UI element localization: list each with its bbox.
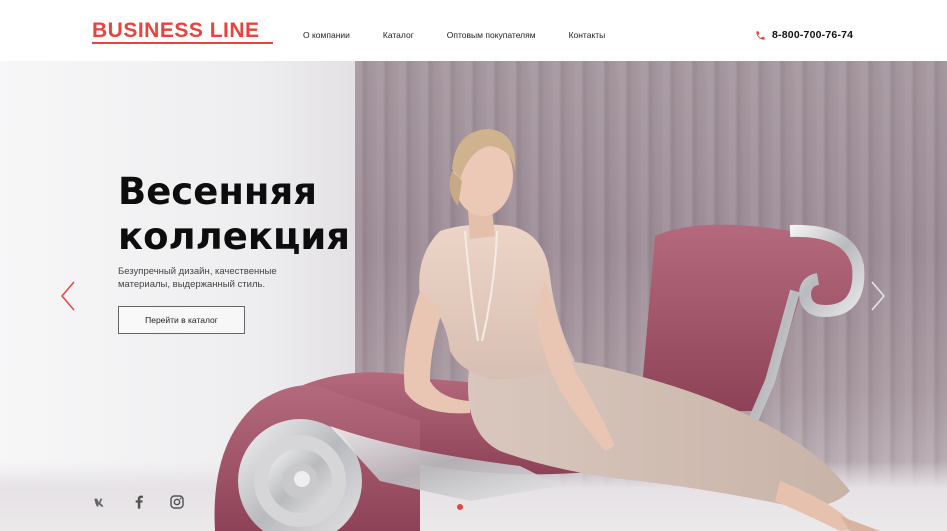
nav-item-wholesale[interactable]: Оптовым покупателям (447, 30, 536, 40)
phone-number: 8-800-700-76-74 (772, 29, 854, 41)
logo-underline (92, 42, 273, 44)
phone-icon (756, 30, 765, 40)
facebook-icon[interactable] (130, 494, 148, 510)
hero-slider: Весенняя коллекция Безупречный дизайн, к… (0, 61, 947, 531)
logo[interactable]: BUSINESS LINE (92, 20, 260, 42)
nav-item-about[interactable]: О компании (303, 30, 350, 40)
nav-item-catalog[interactable]: Каталог (383, 30, 414, 40)
hero-title-line-2: коллекция (118, 215, 351, 258)
hero-title-line-1: Весенняя (118, 170, 317, 213)
go-to-catalog-button[interactable]: Перейти в каталог (118, 306, 245, 334)
site-header: BUSINESS LINE О компании Каталог Оптовым… (0, 0, 947, 61)
vk-icon[interactable] (92, 494, 110, 510)
social-links (92, 494, 186, 510)
slider-prev-arrow-icon[interactable] (60, 280, 76, 312)
main-nav: О компании Каталог Оптовым покупателям К… (303, 30, 638, 40)
phone-link[interactable]: 8-800-700-76-74 (755, 29, 853, 41)
hero-photo (214, 129, 880, 531)
instagram-icon[interactable] (168, 494, 186, 510)
nav-item-contacts[interactable]: Контакты (569, 30, 606, 40)
slider-dot-active[interactable] (457, 504, 463, 510)
hero-title: Весенняя коллекция (118, 169, 350, 259)
slider-next-arrow-icon[interactable] (870, 280, 886, 312)
hero-description: Безупречный дизайн, качественные материа… (118, 266, 277, 290)
